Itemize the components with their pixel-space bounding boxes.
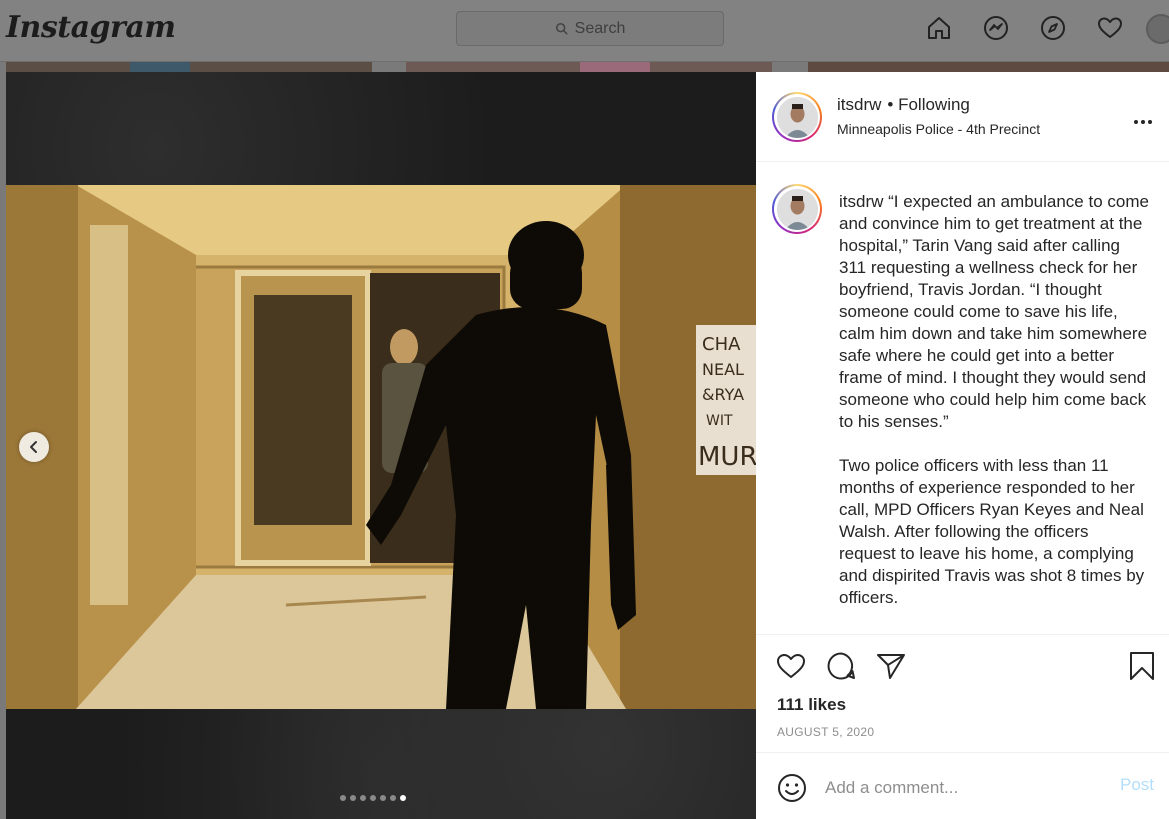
more-options-icon[interactable] (1133, 112, 1153, 130)
save-bookmark-icon[interactable] (1126, 650, 1158, 682)
carousel-dot (360, 795, 366, 801)
svg-text:MUR: MUR (698, 442, 756, 472)
search-placeholder: Search (574, 19, 626, 37)
top-navigation-bar: Instagram Search (0, 0, 1169, 62)
like-heart-icon[interactable] (775, 650, 807, 682)
post-photo[interactable]: CHA NEAL &RYA WIT MUR (6, 185, 756, 709)
author-avatar[interactable] (772, 92, 822, 142)
emoji-icon[interactable] (777, 773, 807, 803)
search-icon (555, 22, 568, 35)
carousel-dots (340, 795, 406, 801)
photo-illustration: CHA NEAL &RYA WIT MUR (6, 185, 756, 709)
svg-text:WIT: WIT (706, 413, 733, 429)
post-header: itsdrw • Following Minneapolis Police - 4… (756, 72, 1169, 162)
caption-text: itsdrw “I expected an ambulance to come … (839, 191, 1149, 609)
caption-section: itsdrw “I expected an ambulance to come … (756, 163, 1169, 634)
instagram-logo[interactable]: Instagram (6, 10, 176, 45)
post-actions: 111 likes AUGUST 5, 2020 (756, 634, 1169, 752)
chevron-left-icon (30, 441, 37, 453)
profile-avatar[interactable] (1146, 14, 1169, 44)
avatar-photo (776, 96, 818, 138)
carousel-dot (370, 795, 376, 801)
carousel-dot (380, 795, 386, 801)
caption-author-avatar[interactable] (772, 184, 822, 234)
carousel-previous-button[interactable] (19, 432, 49, 462)
post-date[interactable]: AUGUST 5, 2020 (777, 725, 874, 739)
messenger-icon[interactable] (981, 12, 1011, 44)
feed-background-strip (0, 62, 1169, 72)
post-location[interactable]: Minneapolis Police - 4th Precinct (837, 121, 1040, 137)
caption-paragraph-2: Two police officers with less than 11 mo… (839, 456, 1145, 607)
home-icon[interactable] (924, 12, 954, 44)
svg-text:CHA: CHA (702, 334, 741, 355)
avatar-photo (776, 188, 818, 230)
comment-input[interactable] (825, 775, 1105, 801)
comment-box: Post (756, 752, 1169, 819)
explore-icon[interactable] (1038, 12, 1068, 44)
share-paper-plane-icon[interactable] (875, 650, 907, 682)
svg-text:&RYA: &RYA (702, 385, 744, 404)
comment-bubble-icon[interactable] (825, 650, 857, 682)
carousel-dot (400, 795, 406, 801)
following-status[interactable]: • Following (887, 95, 970, 114)
caption-paragraph-1: “I expected an ambulance to come and con… (839, 192, 1149, 431)
carousel-dot (390, 795, 396, 801)
caption-username[interactable]: itsdrw (839, 192, 883, 211)
likes-count[interactable]: 111 likes (777, 695, 846, 715)
post-side-panel: itsdrw • Following Minneapolis Police - 4… (756, 72, 1169, 819)
search-box[interactable]: Search (456, 11, 724, 46)
author-username[interactable]: itsdrw (837, 95, 881, 114)
carousel-dot (340, 795, 346, 801)
svg-text:NEAL: NEAL (702, 360, 744, 379)
post-comment-button[interactable]: Post (1120, 775, 1154, 795)
post-media-panel: CHA NEAL &RYA WIT MUR (6, 72, 756, 819)
heart-icon[interactable] (1095, 12, 1125, 44)
carousel-dot (350, 795, 356, 801)
